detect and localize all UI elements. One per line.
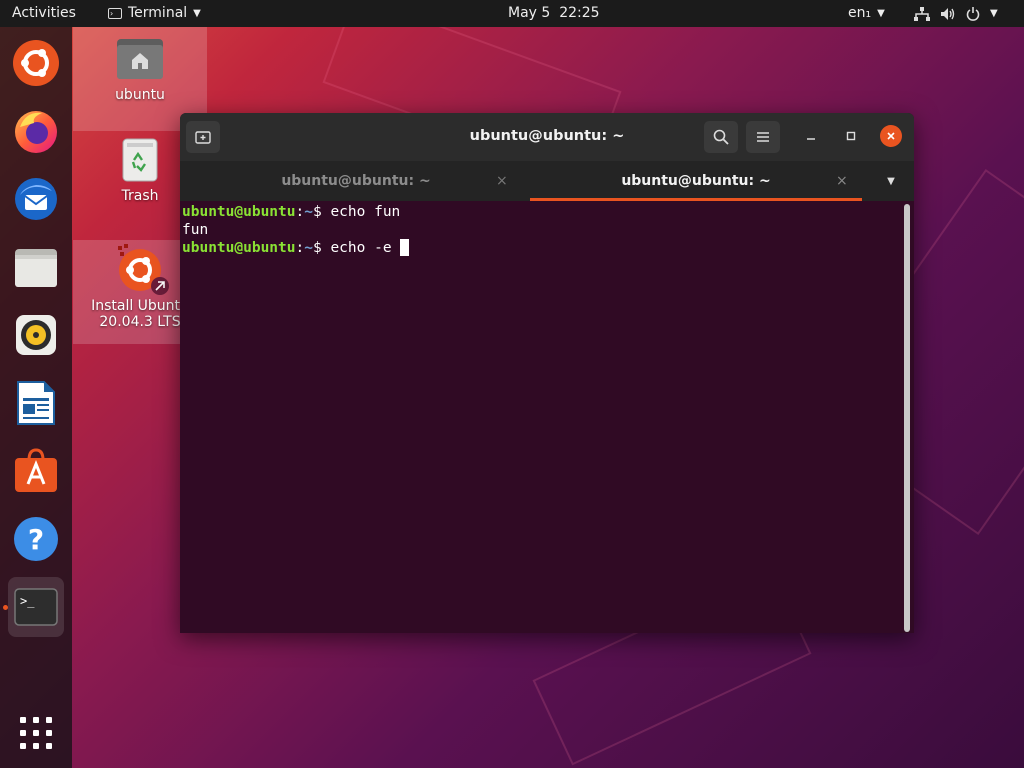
input-source-menu[interactable]: en₁ ▼ bbox=[848, 0, 885, 27]
trash-icon bbox=[122, 138, 158, 182]
window-titlebar[interactable]: ubuntu@ubuntu: ~ bbox=[180, 113, 914, 161]
search-button[interactable] bbox=[704, 121, 738, 153]
dock: ? >_ bbox=[0, 27, 72, 768]
search-icon bbox=[713, 129, 729, 145]
hamburger-icon bbox=[757, 132, 769, 142]
tab-1[interactable]: ubuntu@ubuntu: ~ × bbox=[186, 161, 526, 201]
tab-bar: ubuntu@ubuntu: ~ × ubuntu@ubuntu: ~ × ▼ bbox=[180, 161, 914, 201]
document-icon bbox=[17, 381, 55, 425]
minimize-icon bbox=[807, 138, 815, 140]
terminal-window[interactable]: ubuntu@ubuntu: ~ ubuntu@ubuntu: ~ × ubun… bbox=[180, 113, 914, 633]
tab-label: ubuntu@ubuntu: ~ bbox=[621, 173, 771, 189]
network-icon bbox=[914, 6, 930, 21]
dock-firefox[interactable] bbox=[8, 103, 64, 159]
terminal-icon: >_ bbox=[14, 588, 58, 626]
dock-libreoffice-writer[interactable] bbox=[8, 375, 64, 431]
tab-close-icon[interactable]: × bbox=[496, 161, 508, 201]
input-language: en₁ bbox=[848, 5, 872, 21]
app-name: Terminal bbox=[128, 5, 188, 21]
shopping-bag-icon bbox=[15, 448, 57, 492]
new-tab-button[interactable] bbox=[186, 121, 220, 153]
terminal-app-icon: › bbox=[108, 8, 122, 19]
terminal-line: fun bbox=[182, 222, 209, 238]
svg-text:>_: >_ bbox=[20, 594, 35, 608]
thunderbird-icon bbox=[15, 178, 57, 220]
terminal-cursor bbox=[400, 239, 410, 256]
folder-icon bbox=[15, 249, 57, 287]
maximize-button[interactable] bbox=[840, 125, 862, 147]
top-bar: Activities › Terminal ▼ May 5 22:25 en₁ … bbox=[0, 0, 1024, 27]
new-tab-icon bbox=[195, 131, 211, 144]
terminal-line: ubuntu@ubuntu:~$ echo fun bbox=[182, 204, 401, 220]
power-icon bbox=[966, 6, 980, 21]
terminal-output[interactable]: ubuntu@ubuntu:~$ echo fun fun ubuntu@ubu… bbox=[180, 201, 904, 633]
chevron-down-icon: ▼ bbox=[887, 175, 895, 187]
system-menu[interactable]: ▼ bbox=[914, 0, 998, 27]
tab-label: ubuntu@ubuntu: ~ bbox=[281, 173, 431, 189]
chevron-down-icon: ▼ bbox=[193, 8, 201, 19]
dock-rhythmbox[interactable] bbox=[8, 307, 64, 363]
maximize-icon bbox=[846, 131, 856, 141]
dock-files[interactable] bbox=[8, 239, 64, 295]
menu-button[interactable] bbox=[746, 121, 780, 153]
tab-close-icon[interactable]: × bbox=[836, 161, 848, 201]
terminal-line: ubuntu@ubuntu:~$ echo -e bbox=[182, 239, 904, 257]
clock[interactable]: May 5 22:25 bbox=[508, 0, 600, 27]
dock-terminal[interactable]: >_ bbox=[8, 577, 64, 637]
home-folder-icon bbox=[117, 39, 163, 79]
app-grid-icon bbox=[20, 717, 52, 749]
close-button[interactable] bbox=[880, 125, 902, 147]
close-icon bbox=[887, 132, 895, 140]
firefox-icon bbox=[15, 111, 57, 153]
volume-icon bbox=[941, 7, 955, 20]
app-menu-button[interactable]: › Terminal ▼ bbox=[108, 0, 201, 27]
dock-help[interactable]: ? bbox=[8, 511, 64, 567]
dock-ubuntu-installer[interactable] bbox=[8, 35, 64, 91]
speaker-icon bbox=[16, 315, 56, 355]
help-icon: ? bbox=[14, 517, 58, 561]
activities-button[interactable]: Activities bbox=[12, 0, 76, 27]
svg-text:?: ? bbox=[28, 523, 44, 556]
running-indicator bbox=[3, 605, 8, 610]
scrollbar[interactable] bbox=[904, 204, 910, 632]
tab-list-button[interactable]: ▼ bbox=[880, 171, 902, 191]
show-applications-button[interactable] bbox=[8, 705, 64, 761]
chevron-down-icon: ▼ bbox=[877, 8, 885, 19]
chevron-down-icon: ▼ bbox=[990, 8, 998, 19]
dock-ubuntu-software[interactable] bbox=[8, 443, 64, 499]
desktop-icon-label: ubuntu bbox=[115, 87, 165, 103]
shortcut-arrow-icon bbox=[151, 277, 169, 295]
tab-2[interactable]: ubuntu@ubuntu: ~ × bbox=[530, 161, 862, 201]
dock-thunderbird[interactable] bbox=[8, 171, 64, 227]
ubuntu-logo-icon bbox=[13, 40, 59, 86]
minimize-button[interactable] bbox=[800, 125, 822, 147]
